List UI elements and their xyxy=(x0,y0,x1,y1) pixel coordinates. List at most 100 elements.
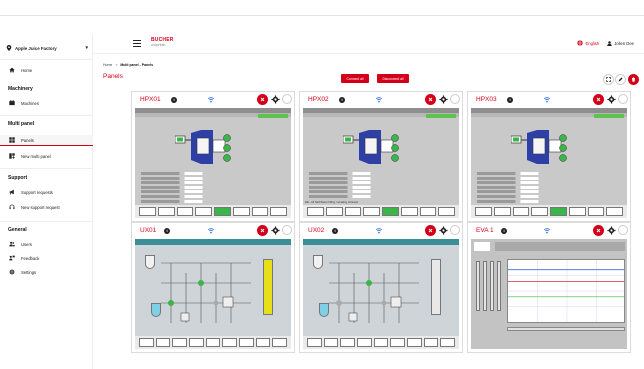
level-gauge xyxy=(497,261,501,311)
connection-icon xyxy=(375,228,383,234)
delete-button[interactable] xyxy=(628,74,639,85)
section-title-machinery: Machinery xyxy=(8,86,33,92)
page-title: Panels xyxy=(103,73,123,80)
gear-icon[interactable] xyxy=(271,226,280,235)
user-name: Jolien Dee xyxy=(614,40,634,46)
panel-name: HPX03 xyxy=(476,96,497,103)
divider xyxy=(0,59,93,60)
hamburger-menu-icon[interactable] xyxy=(133,40,141,48)
hmi-top-bar xyxy=(495,242,625,251)
panel-fullscreen-button[interactable] xyxy=(618,94,628,104)
sidebar-item-label: Settings xyxy=(21,269,37,275)
gear-icon[interactable] xyxy=(439,95,448,104)
hmi-title-bar xyxy=(303,239,459,245)
fullscreen-button[interactable] xyxy=(603,74,614,85)
info-icon[interactable]: i xyxy=(332,228,338,234)
disconnect-all-button[interactable]: Disconnect all xyxy=(377,74,409,83)
headset-icon xyxy=(9,204,15,210)
hmi-toolbar[interactable] xyxy=(135,205,291,218)
close-icon xyxy=(596,97,601,102)
panel-header: HPX02 i xyxy=(300,92,462,108)
panel-name: HPX01 xyxy=(140,96,161,103)
hmi-screen[interactable] xyxy=(471,108,627,218)
connect-all-button[interactable]: Connect all xyxy=(341,74,369,83)
gear-icon[interactable] xyxy=(607,95,616,104)
gear-icon[interactable] xyxy=(271,95,280,104)
add-grid-icon xyxy=(9,153,15,159)
sidebar-item-new-support-request[interactable]: New support request xyxy=(9,202,60,212)
panel-fullscreen-button[interactable] xyxy=(282,225,292,235)
hmi-screen[interactable] xyxy=(303,239,459,349)
user-icon xyxy=(607,40,612,46)
factory-selector[interactable]: Apple Juice Factory ▾ xyxy=(6,41,88,55)
info-icon[interactable]: i xyxy=(171,97,177,103)
sidebar-item-label: Users xyxy=(21,241,32,247)
disconnect-panel-button[interactable] xyxy=(593,225,604,236)
info-icon[interactable]: i xyxy=(501,228,507,234)
panel-card: HPX02 i ZIE - 03 Salz/Säure Filling / am… xyxy=(299,91,463,222)
panel-fullscreen-button[interactable] xyxy=(450,94,460,104)
sidebar-item-support-requests[interactable]: Support requests xyxy=(9,187,53,197)
hmi-value-rows xyxy=(141,172,211,204)
sidebar-item-new-multi-panel[interactable]: New multi panel xyxy=(9,151,51,161)
hmi-status-indicator xyxy=(594,114,624,118)
panel-header: EVA 1 i xyxy=(468,223,630,239)
breadcrumb: Home > Multi panel - Panels xyxy=(103,63,153,67)
edit-button[interactable] xyxy=(615,74,626,85)
level-gauge xyxy=(476,261,480,311)
disconnect-panel-button[interactable] xyxy=(257,94,268,105)
tank-shape xyxy=(313,255,323,269)
sidebar-item-label: Panels xyxy=(21,137,34,143)
divider xyxy=(0,221,93,222)
hmi-screen[interactable] xyxy=(135,108,291,218)
panel-card: HPX03 i xyxy=(467,91,631,222)
breadcrumb-home[interactable]: Home xyxy=(103,63,112,67)
hmi-screen[interactable] xyxy=(135,239,291,349)
tank-shape xyxy=(319,303,329,317)
user-menu[interactable]: Jolien Dee xyxy=(607,41,634,46)
disconnect-panel-button[interactable] xyxy=(425,225,436,236)
connection-icon xyxy=(207,228,215,234)
sidebar-item-users[interactable]: Users xyxy=(9,239,32,249)
panel-fullscreen-button[interactable] xyxy=(450,225,460,235)
sidebar-item-feedback[interactable]: Feedback xyxy=(9,253,39,263)
hmi-screen[interactable] xyxy=(471,239,627,349)
connection-icon xyxy=(375,97,383,103)
sidebar-item-home[interactable]: Home xyxy=(9,65,32,75)
close-icon xyxy=(260,228,265,233)
close-icon xyxy=(428,228,433,233)
panel-fullscreen-button[interactable] xyxy=(618,225,628,235)
gear-icon[interactable] xyxy=(607,226,616,235)
press-machine-diagram xyxy=(343,130,399,164)
disconnect-panel-button[interactable] xyxy=(257,225,268,236)
panel-fullscreen-button[interactable] xyxy=(282,94,292,104)
globe-icon xyxy=(577,40,584,46)
info-icon[interactable]: i xyxy=(164,228,170,234)
home-icon xyxy=(9,67,15,73)
hmi-toolbar[interactable] xyxy=(303,205,459,218)
gear-icon[interactable] xyxy=(439,226,448,235)
hmi-toolbar[interactable] xyxy=(135,336,291,349)
section-title-multi-panel: Multi panel xyxy=(8,121,35,127)
trend-lines xyxy=(508,260,624,322)
feedback-icon xyxy=(9,255,15,261)
hmi-toolbar[interactable] xyxy=(471,205,627,218)
disconnect-panel-button[interactable] xyxy=(425,94,436,105)
chart-scrollbar[interactable] xyxy=(507,327,625,331)
connection-icon xyxy=(543,97,551,103)
language-switch[interactable]: English xyxy=(577,40,599,46)
sidebar-item-settings[interactable]: Settings xyxy=(9,267,36,277)
connection-icon xyxy=(207,97,215,103)
hmi-screen[interactable]: ZIE - 03 Salz/Säure Filling / amaking re… xyxy=(303,108,459,218)
breadcrumb-separator: > xyxy=(115,63,118,67)
sidebar-item-machines[interactable]: Machines xyxy=(9,98,39,108)
disconnect-panel-button[interactable] xyxy=(593,94,604,105)
panel-header: UX02 i xyxy=(300,223,462,239)
hmi-toolbar[interactable] xyxy=(303,336,459,349)
panel-name: UX01 xyxy=(140,227,157,234)
process-diagram xyxy=(161,262,251,323)
info-icon[interactable]: i xyxy=(507,97,513,103)
sidebar-item-label: Support requests xyxy=(21,189,53,195)
info-icon[interactable]: i xyxy=(339,97,345,103)
sidebar-item-panels[interactable]: Panels xyxy=(9,135,34,145)
